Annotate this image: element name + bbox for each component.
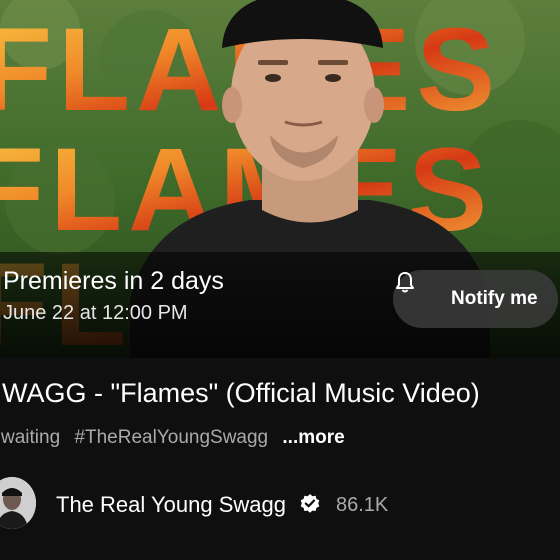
notify-me-label: Notify me [451,288,538,309]
channel-row[interactable]: The Real Young Swagg 86.1K [0,474,560,536]
channel-name[interactable]: The Real Young Swagg [56,492,286,518]
channel-avatar[interactable] [0,477,36,529]
more-link[interactable]: ...more [282,427,344,448]
verified-badge-icon [299,493,321,515]
video-thumbnail[interactable]: FLAMES FLAMES FLAMES Premieres in 2 days… [0,0,560,358]
video-title[interactable]: WAGG - "Flames" (Official Music Video) [2,378,480,409]
video-description-snippet[interactable]: waiting #TheRealYoungSwagg ...more [1,427,354,449]
description-tag: waiting [1,427,61,448]
subscriber-count: 86.1K [336,494,389,516]
premiere-date: June 22 at 12:00 PM [3,302,188,324]
hashtag-link[interactable]: #TheRealYoungSwagg [74,427,268,448]
premiere-countdown: Premieres in 2 days [3,267,224,295]
notify-me-button[interactable]: Notify me [393,270,558,328]
bell-icon [396,272,441,311]
